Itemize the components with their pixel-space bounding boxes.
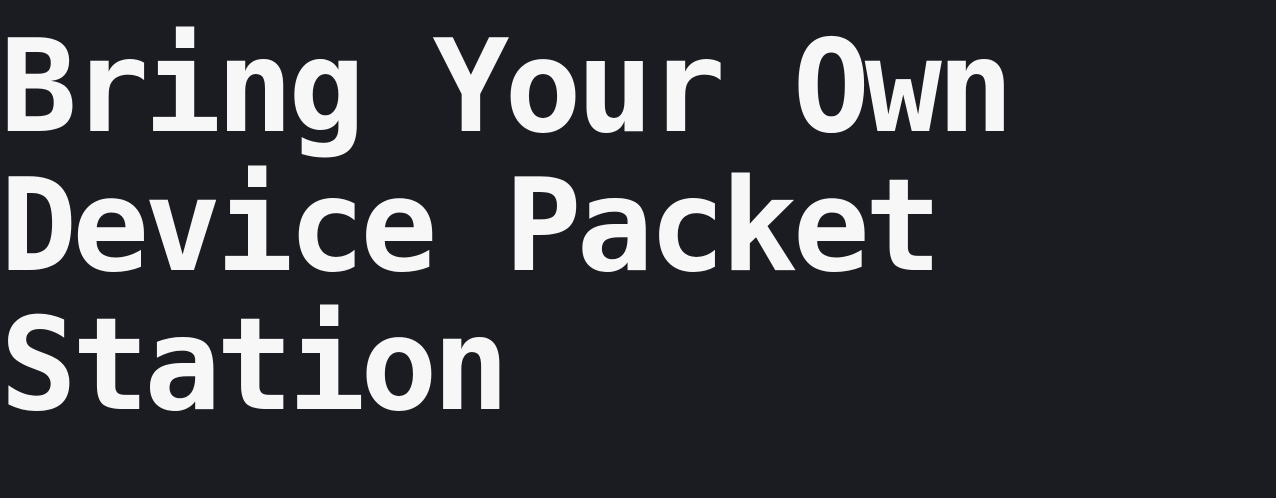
title-slide: Bring Your Own Device Packet Station — [0, 0, 1276, 498]
title-line-2: Device Packet — [0, 152, 942, 301]
title-line-1: Bring Your Own — [0, 13, 1014, 162]
page-title: Bring Your Own Device Packet Station — [0, 13, 1014, 440]
title-line-3: Station — [0, 291, 509, 440]
